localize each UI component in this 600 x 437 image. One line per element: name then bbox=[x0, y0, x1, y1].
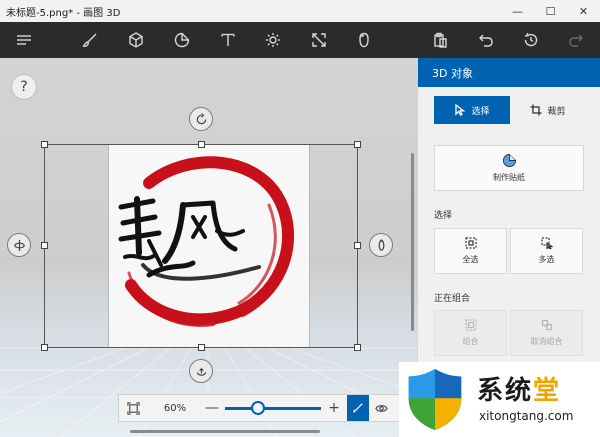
3d-shapes-icon[interactable] bbox=[124, 28, 148, 52]
resize-handle-bottom-left[interactable] bbox=[41, 344, 48, 351]
rotate-vertical-icon bbox=[378, 238, 384, 251]
redo-icon bbox=[564, 28, 588, 52]
zoom-percent: 60% bbox=[163, 402, 187, 414]
tab-select-label: 选择 bbox=[471, 106, 490, 117]
resize-handle-bottom[interactable] bbox=[198, 344, 205, 351]
zoom-slider-thumb[interactable] bbox=[250, 400, 265, 415]
select-section-label: 选择 bbox=[434, 211, 453, 221]
view-mode-button[interactable] bbox=[369, 395, 393, 421]
3d-library-icon[interactable] bbox=[352, 28, 376, 52]
ungroup-icon bbox=[541, 319, 552, 331]
pen-icon bbox=[353, 403, 363, 413]
zoom-bar: 60% — + bbox=[118, 394, 400, 422]
multi-select-label: 多选 bbox=[538, 255, 555, 264]
history-icon[interactable] bbox=[519, 28, 543, 52]
rotate-icon bbox=[196, 112, 206, 124]
resize-handle-bottom-right[interactable] bbox=[354, 344, 361, 351]
brush-icon[interactable] bbox=[78, 28, 102, 52]
undo-icon[interactable] bbox=[474, 28, 498, 52]
group-icon bbox=[464, 319, 477, 331]
canvas-icon[interactable] bbox=[307, 28, 331, 52]
window-title: 未标题-5.png* - 画图 3D bbox=[6, 7, 121, 19]
ungroup-button: 取消组合 bbox=[510, 310, 583, 356]
title-bar: 未标题-5.png* - 画图 3D — ☐ ✕ bbox=[0, 0, 600, 22]
tab-select[interactable]: 选择 bbox=[434, 96, 510, 124]
close-button[interactable]: ✕ bbox=[567, 0, 600, 22]
resize-handle-top-right[interactable] bbox=[354, 141, 361, 148]
ungroup-label: 取消组合 bbox=[530, 337, 563, 346]
help-button[interactable]: ? bbox=[11, 74, 37, 100]
multi-select-icon bbox=[540, 237, 553, 249]
stickers-icon[interactable] bbox=[170, 28, 194, 52]
watermark-title-accent: 堂 bbox=[533, 376, 562, 406]
menu-icon[interactable] bbox=[12, 28, 36, 52]
cursor-icon bbox=[455, 104, 466, 116]
pen-mode-button[interactable] bbox=[347, 395, 369, 421]
maximize-button[interactable]: ☐ bbox=[534, 0, 567, 22]
group-button: 组合 bbox=[434, 310, 507, 356]
select-all-button[interactable]: 全选 bbox=[434, 228, 507, 274]
fit-to-screen-button[interactable] bbox=[119, 394, 147, 422]
depth-handle[interactable] bbox=[189, 359, 213, 383]
group-label: 组合 bbox=[462, 337, 479, 346]
zoom-slider[interactable] bbox=[225, 400, 321, 415]
text-icon[interactable] bbox=[216, 28, 240, 52]
paste-icon[interactable] bbox=[428, 28, 452, 52]
minimize-button[interactable]: — bbox=[501, 0, 534, 22]
rotate-horizontal-icon bbox=[13, 239, 25, 251]
multi-select-button[interactable]: 多选 bbox=[510, 228, 583, 274]
eye-icon bbox=[374, 404, 388, 412]
select-all-label: 全选 bbox=[462, 255, 479, 264]
tab-crop-label: 裁剪 bbox=[547, 106, 566, 117]
tab-crop[interactable]: 裁剪 bbox=[510, 96, 586, 124]
resize-handle-top[interactable] bbox=[198, 141, 205, 148]
make-sticker-button[interactable]: 制作贴纸 bbox=[434, 145, 584, 191]
main-toolbar bbox=[0, 22, 600, 58]
watermark-title-main: 系统 bbox=[477, 376, 534, 406]
selection-box[interactable] bbox=[44, 144, 358, 348]
tool-tabs: 选择 裁剪 bbox=[434, 96, 586, 124]
resize-handle-top-left[interactable] bbox=[41, 141, 48, 148]
zoom-out-button[interactable]: — bbox=[203, 400, 221, 416]
fit-screen-icon bbox=[126, 401, 140, 415]
resize-handle-left[interactable] bbox=[41, 242, 48, 249]
group-section-label: 正在组合 bbox=[434, 294, 471, 304]
rotate-x-handle[interactable] bbox=[369, 233, 393, 257]
zoom-in-button[interactable]: + bbox=[325, 400, 343, 416]
depth-icon bbox=[196, 367, 206, 376]
watermark-title: 系统堂 bbox=[477, 370, 561, 407]
resize-handle-right[interactable] bbox=[354, 242, 361, 249]
rotate-z-handle[interactable] bbox=[189, 107, 213, 131]
sticker-icon bbox=[502, 153, 516, 168]
shield-logo-icon bbox=[408, 369, 462, 430]
crop-icon bbox=[530, 104, 542, 116]
make-sticker-label: 制作贴纸 bbox=[493, 173, 525, 182]
select-all-icon bbox=[464, 237, 477, 249]
drawing-canvas[interactable]: ? 60% — + bbox=[0, 58, 417, 437]
vertical-scrollbar[interactable] bbox=[411, 153, 414, 331]
rotate-y-handle[interactable] bbox=[7, 233, 31, 257]
panel-header: 3D 对象 bbox=[418, 58, 600, 87]
effects-icon[interactable] bbox=[261, 28, 285, 52]
site-watermark: 系统堂 xitongtang.com bbox=[399, 362, 600, 437]
horizontal-scrollbar[interactable] bbox=[130, 430, 320, 433]
watermark-url: xitongtang.com bbox=[479, 409, 574, 423]
